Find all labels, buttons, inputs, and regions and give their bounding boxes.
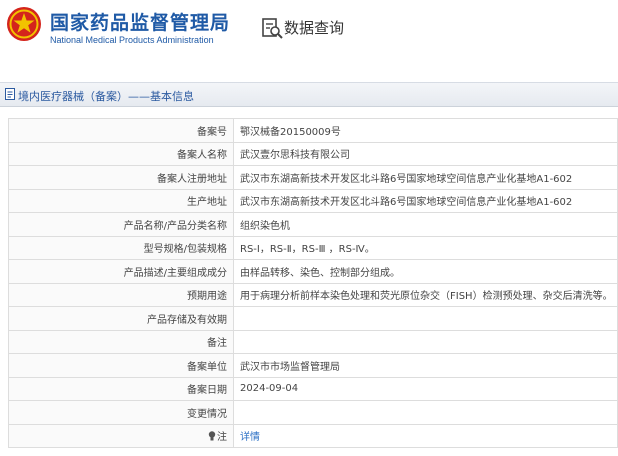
field-value: 由样品转移、染色、控制部分组成。 bbox=[240, 267, 400, 279]
field-label-cell: 预期用途 bbox=[8, 282, 234, 307]
section-title: 境内医疗器械（备案）——基本信息 bbox=[18, 90, 194, 103]
field-value-cell: 武汉市东湖高新技术开发区北斗路6号国家地球空间信息产业化基地A1-602 bbox=[233, 188, 618, 213]
field-label: 预期用途 bbox=[187, 291, 227, 303]
table-row: 备案人注册地址 武汉市东湖高新技术开发区北斗路6号国家地球空间信息产业化基地A1-… bbox=[8, 165, 618, 190]
field-label-cell: 备案号 bbox=[8, 118, 234, 143]
brand-name-en: National Medical Products Administration bbox=[50, 35, 214, 45]
field-label-cell: 变更情况 bbox=[8, 400, 234, 425]
field-value: 用于病理分析前样本染色处理和荧光原位杂交（FISH）检测预处理、杂交后清洗等。 bbox=[240, 291, 613, 303]
field-value: 武汉壹尔思科技有限公司 bbox=[240, 150, 350, 162]
field-label: 备案单位 bbox=[187, 361, 227, 373]
field-label-cell: 备案日期 bbox=[8, 376, 234, 401]
table-row: 备注 bbox=[8, 329, 618, 354]
record-detail-table: 备案号 鄂汉械备20150009号 备案人名称 武汉壹尔思科技有限公司 备案人注册地址武… bbox=[8, 118, 618, 448]
field-value-cell: RS-Ⅰ，RS-Ⅱ，RS-Ⅲ ，RS-Ⅳ。 bbox=[233, 235, 618, 260]
field-label: 变更情况 bbox=[187, 408, 227, 420]
data-query-icon bbox=[262, 18, 283, 39]
field-value: 武汉市东湖高新技术开发区北斗路6号国家地球空间信息产业化基地A1-602 bbox=[240, 173, 573, 185]
field-value: 武汉市东湖高新技术开发区北斗路6号国家地球空间信息产业化基地A1-602 bbox=[240, 197, 573, 209]
table-row: 备案人名称 武汉壹尔思科技有限公司 bbox=[8, 141, 618, 166]
table-row: 产品存储及有效期 bbox=[8, 306, 618, 331]
field-label-cell: 型号规格/包装规格 bbox=[8, 235, 234, 260]
field-value: 组织染色机 bbox=[240, 220, 290, 232]
table-row: 型号规格/包装规格 RS-Ⅰ，RS-Ⅱ，RS-Ⅲ ，RS-Ⅳ。 bbox=[8, 235, 618, 260]
details-link[interactable]: 详情 bbox=[240, 432, 260, 443]
field-label-cell: 产品描述/主要组成成分 bbox=[8, 259, 234, 284]
field-value-cell: 2024-09-04 bbox=[233, 376, 618, 401]
field-label: 生产地址 bbox=[187, 197, 227, 209]
field-label: 备案日期 bbox=[187, 385, 227, 397]
field-label: 产品存储及有效期 bbox=[147, 314, 227, 326]
brand-name-cn: 国家药品监督管理局 bbox=[50, 12, 231, 34]
table-row: 备案单位 武汉市市场监督管理局 bbox=[8, 353, 618, 378]
field-label-cell: 产品存储及有效期 bbox=[8, 306, 234, 331]
nmpa-emblem-icon bbox=[7, 7, 41, 41]
field-value-cell: 武汉壹尔思科技有限公司 bbox=[233, 141, 618, 166]
document-icon bbox=[5, 88, 15, 100]
field-value-cell bbox=[233, 400, 618, 425]
field-label-cell: 注 bbox=[8, 423, 234, 448]
site-header: 国家药品监督管理局 National Medical Products Admi… bbox=[0, 0, 618, 62]
table-row: 生产地址 武汉市东湖高新技术开发区北斗路6号国家地球空间信息产业化基地A1-602 bbox=[8, 188, 618, 213]
field-label: 备案人注册地址 bbox=[157, 173, 227, 185]
table-row: 预期用途 用于病理分析前样本染色处理和荧光原位杂交（FISH）检测预处理、杂交后清… bbox=[8, 282, 618, 307]
field-value: RS-Ⅰ，RS-Ⅱ，RS-Ⅲ ，RS-Ⅳ。 bbox=[240, 244, 375, 256]
field-label-cell: 备案单位 bbox=[8, 353, 234, 378]
field-label-cell: 备案人名称 bbox=[8, 141, 234, 166]
field-label: 备案号 bbox=[197, 126, 227, 138]
field-value-cell: 详情 bbox=[233, 423, 618, 448]
field-label: 产品名称/产品分类名称 bbox=[123, 220, 227, 232]
field-label-cell: 备案人注册地址 bbox=[8, 165, 234, 190]
table-row: 备案号 鄂汉械备20150009号 bbox=[8, 118, 618, 143]
field-label-cell: 生产地址 bbox=[8, 188, 234, 213]
table-row: 变更情况 bbox=[8, 400, 618, 425]
field-value: 武汉市市场监督管理局 bbox=[240, 361, 340, 373]
field-value-cell: 用于病理分析前样本染色处理和荧光原位杂交（FISH）检测预处理、杂交后清洗等。 bbox=[233, 282, 618, 307]
lightbulb-icon bbox=[208, 431, 216, 441]
data-query-title: 数据查询 bbox=[284, 19, 345, 37]
field-label: 备案人名称 bbox=[177, 150, 227, 162]
table-row: 产品描述/主要组成成分 由样品转移、染色、控制部分组成。 bbox=[8, 259, 618, 284]
field-value: 2024-09-04 bbox=[240, 383, 299, 395]
section-header: 境内医疗器械（备案）——基本信息 bbox=[0, 82, 618, 107]
field-label-cell: 备注 bbox=[8, 329, 234, 354]
field-value-cell: 组织染色机 bbox=[233, 212, 618, 237]
field-value: 鄂汉械备20150009号 bbox=[240, 126, 341, 138]
field-label: 产品描述/主要组成成分 bbox=[123, 267, 227, 279]
table-row: 注 详情 bbox=[8, 423, 618, 448]
field-value-cell: 武汉市东湖高新技术开发区北斗路6号国家地球空间信息产业化基地A1-602 bbox=[233, 165, 618, 190]
field-label-cell: 产品名称/产品分类名称 bbox=[8, 212, 234, 237]
field-label: 备注 bbox=[207, 338, 227, 350]
field-label: 注 bbox=[217, 432, 227, 444]
table-row: 备案日期 2024-09-04 bbox=[8, 376, 618, 401]
field-value-cell: 鄂汉械备20150009号 bbox=[233, 118, 618, 143]
field-label: 型号规格/包装规格 bbox=[143, 244, 227, 256]
field-value-cell bbox=[233, 306, 618, 331]
field-value-cell: 武汉市市场监督管理局 bbox=[233, 353, 618, 378]
table-row: 产品名称/产品分类名称 组织染色机 bbox=[8, 212, 618, 237]
field-value-cell bbox=[233, 329, 618, 354]
field-value-cell: 由样品转移、染色、控制部分组成。 bbox=[233, 259, 618, 284]
